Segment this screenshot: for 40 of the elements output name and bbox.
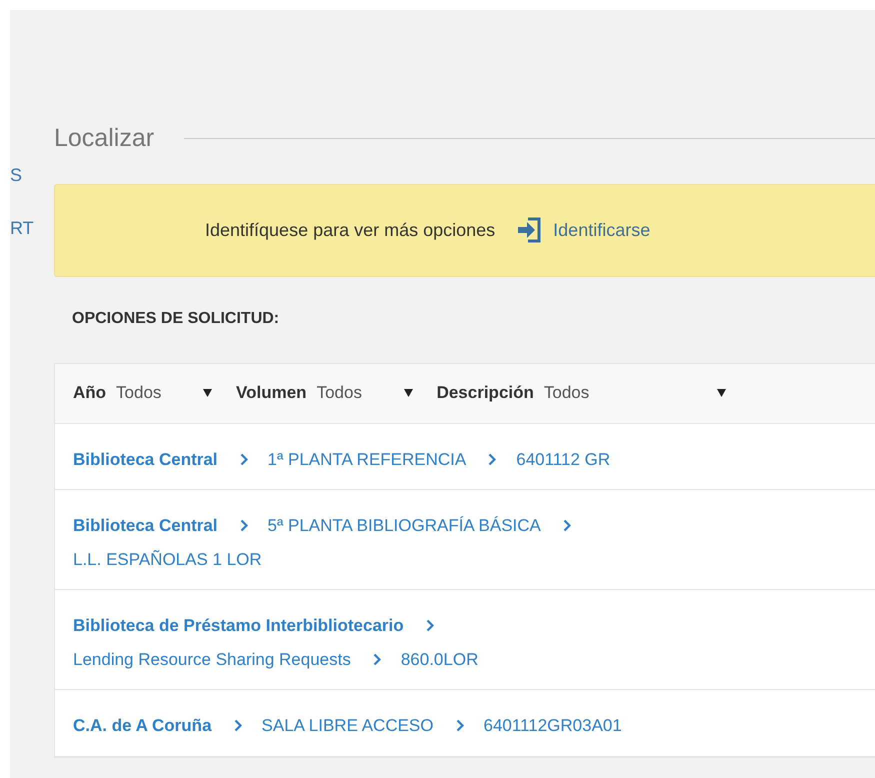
- chevron-right-icon: [372, 652, 381, 666]
- location-link[interactable]: 6401112 GR: [516, 446, 610, 472]
- location-link[interactable]: 1ª PLANTA REFERENCIA: [268, 446, 466, 472]
- location-link[interactable]: 860.0LOR: [400, 646, 478, 672]
- location-link[interactable]: L.L. ESPAÑOLAS 1 LOR: [73, 546, 262, 572]
- filter-dropdown[interactable]: Todos: [116, 380, 212, 406]
- filter-label: Volumen: [236, 382, 307, 404]
- sign-in-icon: [517, 216, 544, 244]
- chevron-right-icon: [240, 452, 248, 466]
- caret-icon: [716, 389, 726, 397]
- sidebar-link[interactable]: RT: [10, 216, 54, 240]
- chevron-right-icon: [488, 452, 496, 466]
- location-link[interactable]: Lending Resource Sharing Requests: [73, 646, 351, 672]
- chevron-right-icon: [426, 619, 434, 632]
- chevron-right-icon: [234, 719, 242, 732]
- caret-icon: [404, 389, 413, 397]
- section-title: Localizar: [54, 123, 154, 154]
- filter-label: Año: [73, 382, 106, 404]
- location-link[interactable]: C.A. de A Coruña: [73, 713, 212, 738]
- filter-dropdown[interactable]: Todos: [544, 380, 726, 406]
- caret-icon: [203, 389, 212, 397]
- request-options-label: OPCIONES DE SOLICITUD:: [72, 308, 280, 328]
- location-row[interactable]: Biblioteca Central 1ª PLANTA REFERENCIA 6401112 GR: [55, 424, 875, 490]
- sidebar-link[interactable]: S: [10, 163, 54, 187]
- location-row[interactable]: Biblioteca de Préstamo Interbibliotecario Lending Resource Sharing Requests 860.0LOR: [55, 590, 875, 690]
- location-link[interactable]: Biblioteca de Préstamo Interbibliotecario: [73, 613, 404, 638]
- location-row[interactable]: Biblioteca Central 5ª PLANTA BIBLIOGRAFÍA BÁSICA L.L. ESPAÑOLAS 1 LOR: [55, 490, 875, 590]
- location-link[interactable]: Biblioteca Central: [73, 513, 218, 538]
- chevron-right-icon: [240, 519, 248, 532]
- filter-label: Descripción: [436, 382, 534, 404]
- location-link[interactable]: Biblioteca Central: [73, 446, 218, 472]
- filter-dropdown[interactable]: Todos: [316, 380, 413, 406]
- notice-text: Identifíquese para ver más opciones: [205, 218, 496, 242]
- location-link[interactable]: 5ª PLANTA BIBLIOGRAFÍA BÁSICA: [268, 513, 541, 538]
- location-link[interactable]: SALA LIBRE ACCESO: [262, 713, 434, 738]
- location-row[interactable]: C.A. de A Coruña SALA LIBRE ACCESO 6401112GR03A01: [55, 690, 875, 756]
- location-link[interactable]: 6401112GR03A01: [484, 713, 622, 738]
- login-link[interactable]: Identificarse: [517, 216, 650, 244]
- chevron-right-icon: [456, 719, 464, 732]
- chevron-right-icon: [562, 519, 571, 532]
